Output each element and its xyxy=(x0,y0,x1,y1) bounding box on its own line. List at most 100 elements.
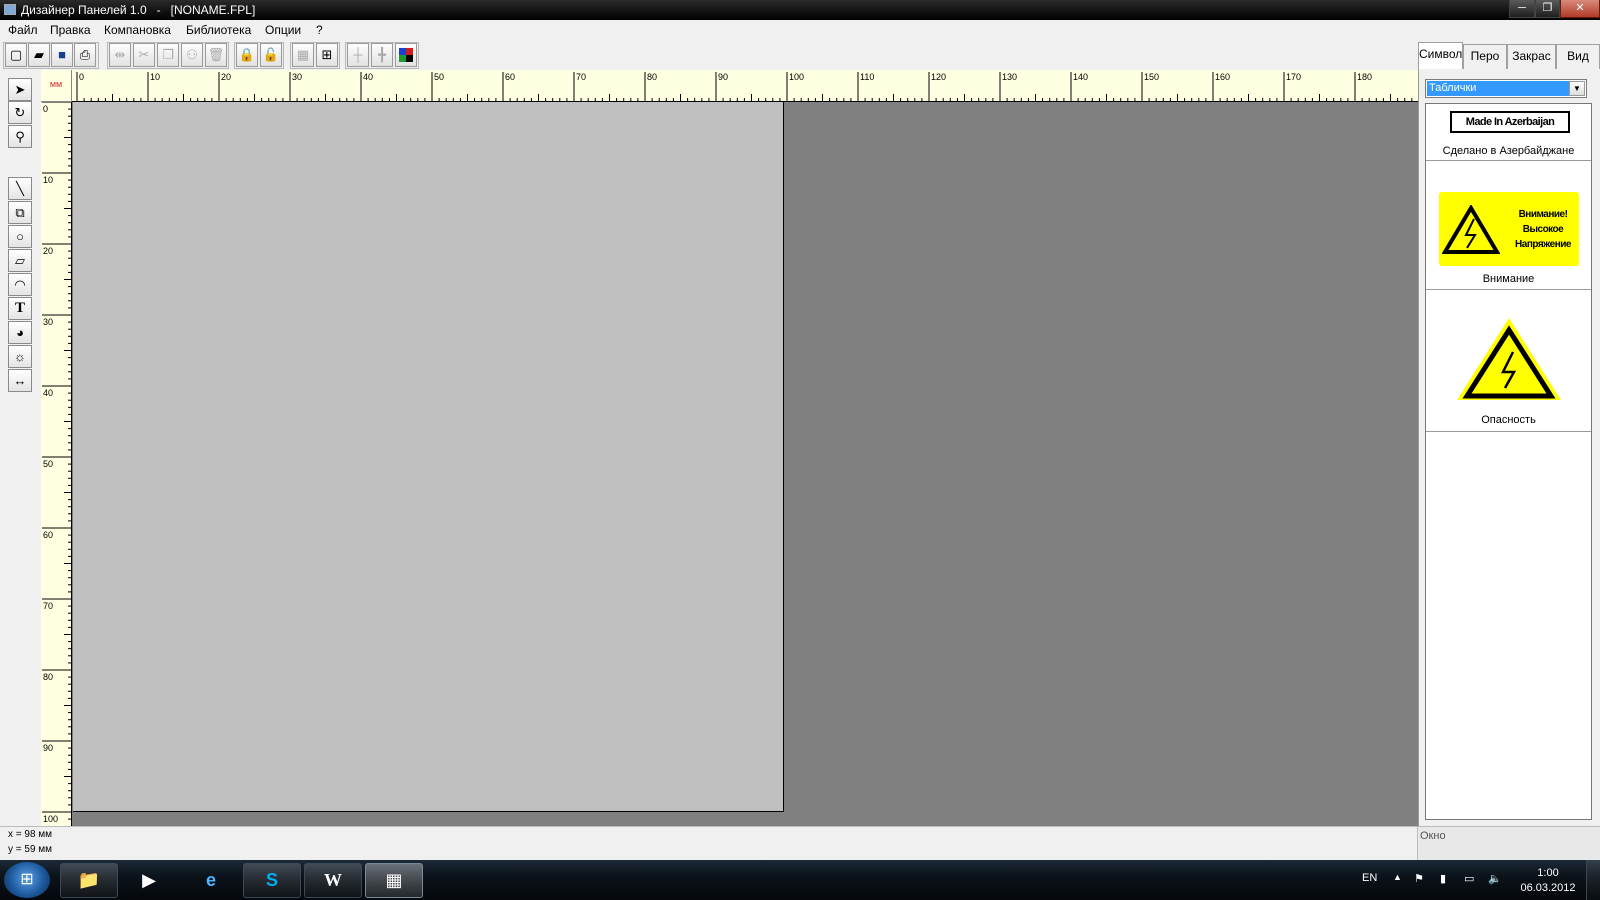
internet-explorer-icon[interactable]: e xyxy=(182,863,240,898)
zoom-icon[interactable]: ⚲ xyxy=(8,125,32,148)
ruler-label: 50 xyxy=(434,72,444,82)
ruler-label: 100 xyxy=(43,814,58,824)
clock-time: 1:00 xyxy=(1537,867,1559,879)
design-page[interactable] xyxy=(73,102,784,812)
polygon-icon[interactable]: ▱ xyxy=(8,249,32,272)
word-icon[interactable]: W xyxy=(304,863,362,898)
print-icon[interactable]: ⎙ xyxy=(74,43,96,67)
dimension-icon[interactable]: ↔ xyxy=(8,369,32,392)
menu-layout[interactable]: Компановка xyxy=(104,23,171,37)
circle-icon[interactable]: ○ xyxy=(8,225,32,248)
tab-view[interactable]: Вид xyxy=(1556,44,1600,69)
lock-icon[interactable]: 🔒 xyxy=(236,43,258,67)
text-icon[interactable]: T xyxy=(8,297,32,320)
grid-icon[interactable]: ▦ xyxy=(292,43,314,67)
ruler-label: 80 xyxy=(647,72,657,82)
chevron-down-icon[interactable]: ▼ xyxy=(1569,81,1585,96)
ruler-label: 180 xyxy=(1357,72,1372,82)
center-icon[interactable]: ╋ xyxy=(371,43,393,67)
align-icon[interactable]: ⇹ xyxy=(109,43,131,67)
side-tabs: Символ Перо Закрас Вид xyxy=(1418,41,1600,70)
copy-icon[interactable]: ❐ xyxy=(157,43,179,67)
menu-options[interactable]: Опции xyxy=(265,23,301,37)
ruler-label: 120 xyxy=(931,72,946,82)
new-icon[interactable]: ▢ xyxy=(5,43,27,67)
tab-symbol[interactable]: Символ xyxy=(1418,42,1463,70)
library-select[interactable]: Таблички ▼ xyxy=(1425,79,1587,98)
status-bar: x = 98 мм y = 59 мм Окно xyxy=(0,826,1600,860)
rectangle-icon[interactable]: ⧉ xyxy=(8,201,32,224)
ruler-label: 20 xyxy=(221,72,231,82)
language-indicator[interactable]: EN xyxy=(1362,872,1377,884)
menu-library[interactable]: Библиотека xyxy=(186,23,251,37)
cursor-x: x = 98 мм xyxy=(8,829,53,840)
ruler-unit: мм xyxy=(41,70,72,102)
horizontal-ruler: 0 10 20 30 40 50 60 70 80 90 100 110 120 130 140 150 160… xyxy=(41,70,1418,102)
media-player-icon[interactable]: ▶ xyxy=(120,863,178,898)
size-icon[interactable]: ⊞ xyxy=(316,43,338,67)
symbol-label: Сделано в Азербайджане xyxy=(1442,145,1575,157)
title-bar: Дизайнер Панелей 1.0 - [NONAME.FPL] ─ ❐ … xyxy=(0,0,1600,20)
close-button[interactable]: ✕ xyxy=(1560,0,1600,18)
ruler-label: 80 xyxy=(43,672,53,682)
ruler-label: 130 xyxy=(1002,72,1017,82)
vertical-ruler: 0 10 20 30 40 50 60 70 80 90 100 xyxy=(41,102,72,826)
clock[interactable]: 1:00 06.03.2012 xyxy=(1515,866,1581,896)
tool-palette: ➤ ↻ ⚲ ╲ ⧉ ○ ▱ ◠ T ◕ ☼ ↔ xyxy=(0,70,41,826)
symbol-item[interactable]: Опасность xyxy=(1426,290,1591,432)
action-center-icon[interactable]: ⚑ xyxy=(1414,872,1424,885)
ruler-label: 0 xyxy=(79,72,84,82)
symbol-item[interactable]: Внимание! Высокое Напряжение Внимание xyxy=(1426,161,1591,290)
library-select-value: Таблички xyxy=(1427,81,1569,96)
ruler-label: 140 xyxy=(1073,72,1088,82)
line-icon[interactable]: ╲ xyxy=(8,177,32,200)
menu-edit[interactable]: Правка xyxy=(50,23,91,37)
open-icon[interactable]: ▰ xyxy=(28,43,50,67)
unlock-icon[interactable]: 🔓 xyxy=(260,43,282,67)
fill-icon[interactable]: ◕ xyxy=(8,321,32,344)
power-icon[interactable]: ▮ xyxy=(1440,872,1446,885)
tab-pen[interactable]: Перо xyxy=(1463,44,1507,69)
ruler-label: 110 xyxy=(860,72,874,82)
rotate-icon[interactable]: ↻ xyxy=(8,101,32,124)
snap-icon[interactable]: ┼ xyxy=(347,43,369,67)
ruler-label: 90 xyxy=(43,743,53,753)
symbol-label: Внимание xyxy=(1482,273,1535,285)
dial-icon[interactable]: ☼ xyxy=(8,345,32,368)
skype-icon[interactable]: S xyxy=(243,863,301,898)
symbol-preview: Made In Azerbaijan xyxy=(1450,111,1570,133)
color-icon[interactable] xyxy=(395,43,417,67)
volume-icon[interactable]: 🔈 xyxy=(1488,872,1502,885)
group-icon[interactable]: ⚇ xyxy=(181,43,203,67)
delete-icon[interactable]: 🗑 xyxy=(205,43,227,67)
arc-icon[interactable]: ◠ xyxy=(8,273,32,296)
symbol-item[interactable]: Made In Azerbaijan Сделано в Азербайджан… xyxy=(1426,104,1591,161)
maximize-button[interactable]: ❐ xyxy=(1535,0,1560,18)
minimize-button[interactable]: ─ xyxy=(1509,0,1535,18)
ruler-label: 30 xyxy=(43,317,53,327)
network-icon[interactable]: ▭ xyxy=(1464,872,1474,885)
tray-expand-icon[interactable]: ▲ xyxy=(1393,872,1402,882)
ruler-label: 170 xyxy=(1286,72,1301,82)
ruler-label: 40 xyxy=(43,388,53,398)
panel-designer-icon[interactable]: ▦ xyxy=(365,863,423,898)
menu-help[interactable]: ? xyxy=(316,23,323,37)
menu-file[interactable]: Файл xyxy=(8,23,38,37)
explorer-icon[interactable]: 📁 xyxy=(60,863,118,898)
symbol-preview: Внимание! Высокое Напряжение xyxy=(1439,192,1579,266)
cut-icon[interactable]: ✂ xyxy=(133,43,155,67)
taskbar: ⊞ 📁 ▶ e S W ▦ EN ▲ ⚑ ▮ ▭ 🔈 1:00 06.03.20… xyxy=(0,860,1600,900)
start-button[interactable]: ⊞ xyxy=(4,862,50,898)
ruler-label: 0 xyxy=(43,104,48,114)
ruler-label: 30 xyxy=(292,72,302,82)
high-voltage-icon xyxy=(1442,205,1500,254)
symbol-preview-text: Внимание! Высокое Напряжение xyxy=(1515,209,1571,250)
pointer-icon[interactable]: ➤ xyxy=(8,78,32,101)
save-icon[interactable]: ■ xyxy=(51,43,73,67)
symbol-list[interactable]: Made In Azerbaijan Сделано в Азербайджан… xyxy=(1425,103,1592,820)
ruler-label: 60 xyxy=(43,530,53,540)
symbol-label: Опасность xyxy=(1481,414,1536,426)
tab-fill[interactable]: Закрас xyxy=(1507,44,1556,69)
show-desktop-button[interactable] xyxy=(1586,860,1600,900)
status-window-text: Окно xyxy=(1420,830,1446,842)
